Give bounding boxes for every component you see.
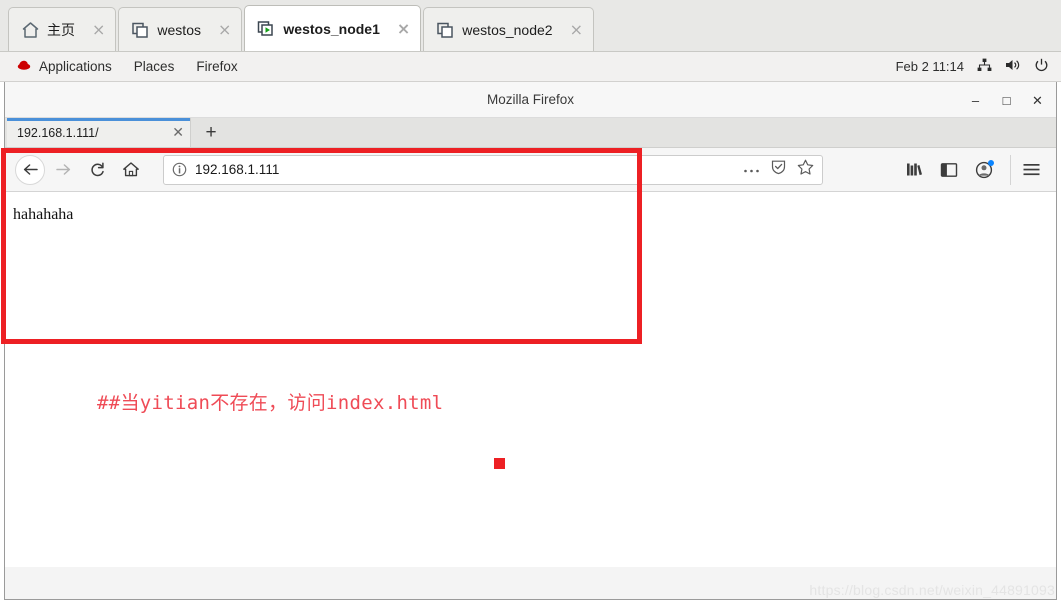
desktop-top-panel: Applications Places Firefox Feb 2 11:14 [0, 52, 1061, 82]
panel-clock[interactable]: Feb 2 11:14 [896, 59, 964, 74]
close-icon[interactable]: ✕ [166, 124, 184, 141]
back-arrow-icon[interactable] [15, 154, 45, 185]
close-icon[interactable]: × [570, 21, 583, 38]
library-icon[interactable] [899, 155, 929, 185]
browser-toolbar-right [899, 154, 1046, 185]
vm-tab-home[interactable]: 主页 × [8, 7, 117, 51]
vm-running-icon [257, 20, 276, 38]
window-title: Mozilla Firefox [486, 92, 575, 107]
panel-menu-applications[interactable]: Applications [10, 58, 123, 75]
vm-stopped-icon [436, 21, 455, 39]
home-icon[interactable] [115, 154, 147, 186]
annotation-note-text: ##当yitian不存在，访问index.html [97, 392, 444, 414]
close-button[interactable]: ✕ [1031, 94, 1044, 107]
vm-tab-label: westos_node1 [283, 20, 380, 37]
panel-menu-label: Applications [39, 59, 112, 74]
browser-tab-title: 192.168.1.111/ [17, 125, 99, 140]
vm-manager-tabstrip: 主页 × westos × westos_node1 × westos_node… [0, 0, 1061, 52]
vm-tab-label: westos [157, 21, 201, 38]
panel-menus: Applications Places Firefox [0, 58, 249, 75]
firefox-titlebar: Mozilla Firefox – □ ✕ [5, 82, 1056, 118]
maximize-button[interactable]: □ [1000, 94, 1013, 107]
browser-tabstrip: 192.168.1.111/ ✕ + [5, 118, 1056, 148]
sidebar-icon[interactable] [934, 155, 964, 185]
star-icon[interactable] [797, 159, 814, 180]
shield-icon[interactable] [771, 159, 786, 180]
browser-navigation-toolbar: 192.168.1.111 [5, 148, 1056, 192]
reload-icon[interactable] [81, 154, 113, 186]
forward-arrow-icon[interactable] [47, 154, 79, 186]
network-icon[interactable] [977, 58, 992, 75]
account-notification-dot [988, 159, 994, 166]
vm-tab-label: westos_node2 [462, 21, 553, 38]
screen-root: 主页 × westos × westos_node1 × westos_node… [0, 0, 1061, 604]
vm-tab-label: 主页 [47, 21, 75, 38]
firefox-window: Mozilla Firefox – □ ✕ 192.168.1.111/ ✕ + [1, 82, 1057, 600]
close-icon[interactable]: × [397, 20, 410, 37]
watermark: https://blog.csdn.net/weixin_44891093 [809, 582, 1055, 598]
vm-tab-westos[interactable]: westos × [118, 7, 243, 51]
home-icon [21, 21, 40, 39]
power-icon[interactable] [1034, 58, 1049, 76]
panel-menu-places[interactable]: Places [123, 59, 186, 74]
close-icon[interactable]: × [218, 21, 231, 38]
hamburger-menu-icon[interactable] [1010, 154, 1046, 185]
url-bar[interactable]: 192.168.1.111 [163, 154, 823, 185]
annotation-marker-square [494, 458, 505, 469]
page-body-text: hahahaha [13, 206, 74, 223]
panel-menu-firefox[interactable]: Firefox [185, 59, 248, 74]
vm-stopped-icon [131, 21, 150, 39]
window-controls: – □ ✕ [969, 82, 1044, 118]
page-viewport: hahahaha [5, 192, 1056, 567]
close-icon[interactable]: × [92, 21, 105, 38]
ellipsis-icon[interactable] [743, 161, 760, 179]
minimize-button[interactable]: – [969, 94, 982, 107]
account-icon[interactable] [969, 155, 999, 185]
volume-icon[interactable] [1005, 58, 1021, 75]
panel-status-area: Feb 2 11:14 [896, 58, 1061, 76]
new-tab-button[interactable]: + [191, 118, 231, 147]
vm-tab-westos-node1[interactable]: westos_node1 × [244, 5, 422, 51]
url-input[interactable]: 192.168.1.111 [195, 162, 743, 177]
browser-tab[interactable]: 192.168.1.111/ ✕ [7, 118, 191, 147]
redhat-logo-icon [16, 58, 32, 75]
info-circle-icon[interactable] [172, 162, 187, 177]
vm-tab-westos-node2[interactable]: westos_node2 × [423, 7, 594, 51]
urlbar-action-icons [743, 159, 814, 180]
